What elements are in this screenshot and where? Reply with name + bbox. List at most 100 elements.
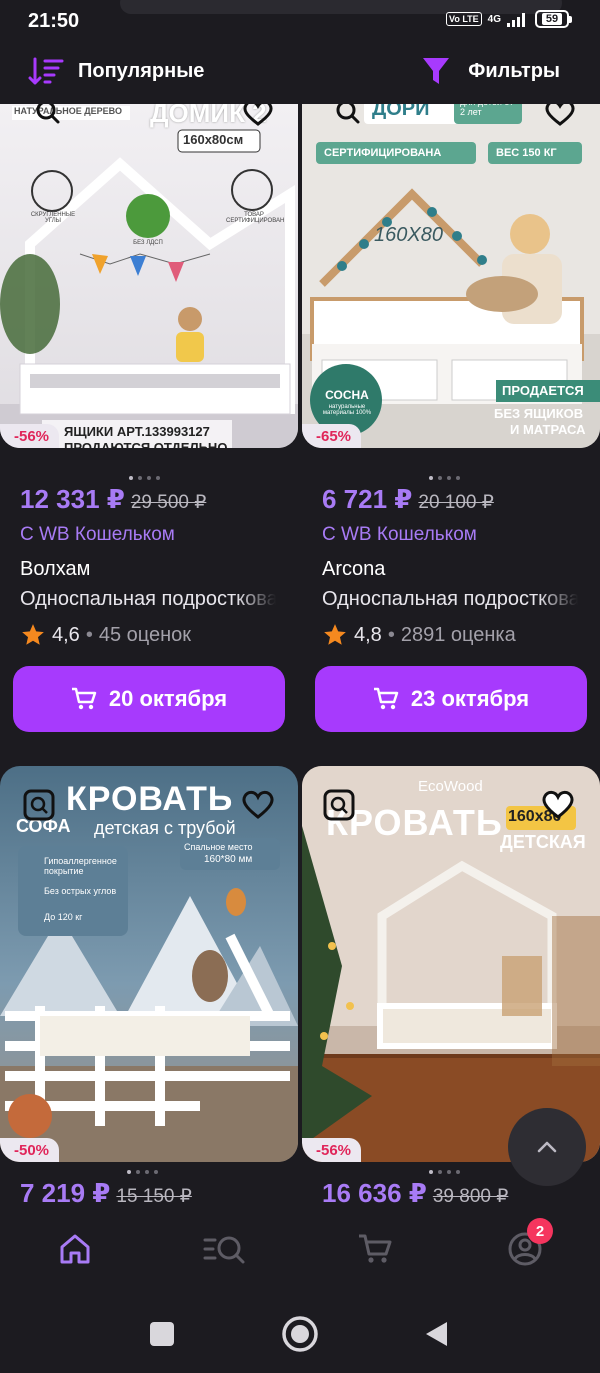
image-text: детская с трубой <box>94 818 236 838</box>
similar-search-icon[interactable] <box>322 788 356 822</box>
brand-name: Волхам <box>20 558 91 580</box>
filter-label: Фильтры <box>468 59 560 82</box>
battery-icon: 59 <box>535 10 572 28</box>
price-row: 6 721 ₽ 20 100 ₽ <box>322 484 494 515</box>
image-text: для детей от 2 лет <box>460 104 513 117</box>
rating-value: 4,6 <box>52 623 80 646</box>
add-to-cart-button[interactable]: 23 октября <box>315 666 587 732</box>
filter-button[interactable]: Фильтры <box>422 56 560 86</box>
image-text: СОСНА <box>325 388 369 402</box>
status-icons: Vo LTE 4G 59 <box>445 10 572 28</box>
nav-catalog[interactable] <box>195 1224 255 1274</box>
sort-icon <box>28 57 64 85</box>
image-pagination <box>429 1170 460 1174</box>
rating-row: 4,8 • 2891 оценка <box>322 622 516 648</box>
discount-badge: -50% <box>0 1138 60 1162</box>
product-card[interactable]: ДОРИ для детей от 2 лет СЕРТИФИЦИРОВАНА … <box>302 104 600 744</box>
favorite-heart-icon[interactable] <box>542 104 578 126</box>
wallet-price-label: С WB Кошельком <box>322 524 477 545</box>
image-text: ПРОДАЮТСЯ ОТДЕЛЬНО <box>64 440 228 448</box>
old-price: 20 100 ₽ <box>418 492 494 513</box>
image-text: БЕЗ ЯЩИКОВ <box>494 406 584 421</box>
brand-name: Arcona <box>322 558 386 580</box>
image-text: ДЕТСКАЯ <box>500 832 586 852</box>
add-to-cart-button[interactable]: 20 октября <box>13 666 285 732</box>
product-image[interactable]: НАТУРАЛЬНОЕ ДЕРЕВО ДОМИК 2 160x80см СКРУ… <box>0 104 298 448</box>
image-text: СКРУГЛЕННЫЕ УГЛЫ <box>30 212 76 224</box>
rating-value: 4,8 <box>354 623 382 646</box>
price: 7 219 ₽ <box>20 1178 111 1204</box>
similar-search-icon[interactable] <box>22 788 56 822</box>
bottom-navigation: 2 <box>0 1204 600 1294</box>
image-text: ВЕС 150 КГ <box>496 147 557 159</box>
delivery-date: 23 октября <box>410 686 530 711</box>
image-pagination <box>127 1170 158 1174</box>
favorite-heart-icon[interactable] <box>240 790 276 820</box>
cart-icon <box>71 687 97 710</box>
image-text: 160*80 мм <box>204 854 253 865</box>
wallet-price-label: С WB Кошельком <box>20 524 175 545</box>
sort-label: Популярные <box>78 59 205 82</box>
favorite-heart-icon[interactable] <box>240 104 276 126</box>
product-image[interactable]: КРОВАТЬ СОФА детская с трубой Гипоаллерг… <box>0 766 298 1162</box>
product-image[interactable]: ДОРИ для детей от 2 лет СЕРТИФИЦИРОВАНА … <box>302 104 600 448</box>
product-image[interactable]: EcoWood КРОВАТЬ 160х80 ДЕТСКАЯ -56% <box>302 766 600 1162</box>
back-triangle-icon <box>426 1322 447 1346</box>
image-text: EcoWood <box>418 778 483 795</box>
image-text: До 120 кг <box>44 912 83 922</box>
similar-search-icon[interactable] <box>330 104 362 126</box>
old-price: 29 500 ₽ <box>130 492 207 513</box>
price-row: 16 636 ₽ 39 800 ₽ <box>322 1178 508 1204</box>
image-text: ПРОДАЕТСЯ <box>502 383 584 398</box>
notification-badge: 2 <box>527 1218 553 1244</box>
nav-home[interactable] <box>45 1224 105 1274</box>
filter-icon <box>423 58 450 84</box>
home-circle-icon <box>282 1316 318 1352</box>
cart-icon <box>373 687 399 710</box>
chevron-up-icon <box>537 1141 557 1153</box>
product-card[interactable]: КРОВАТЬ СОФА детская с трубой Гипоаллерг… <box>0 766 298 1204</box>
price: 12 331 ₽ <box>20 484 125 514</box>
image-text: И МАТРАСА <box>510 422 586 437</box>
network-type: 4G <box>487 13 501 25</box>
image-text: 160Х80 <box>374 224 443 246</box>
image-text: ЯЩИКИ АРТ.133993127 <box>64 424 210 439</box>
sort-button[interactable]: Популярные <box>28 56 204 86</box>
discount-badge: -56% <box>302 1138 362 1162</box>
old-price: 15 150 ₽ <box>116 1186 192 1204</box>
discount-badge: -56% <box>0 424 60 448</box>
old-price: 39 800 ₽ <box>432 1186 509 1204</box>
home-button[interactable] <box>280 1314 320 1354</box>
image-pagination <box>429 476 460 480</box>
system-navigation <box>0 1294 600 1373</box>
recent-apps-icon <box>150 1322 174 1346</box>
similar-search-icon[interactable] <box>30 104 62 126</box>
nav-cart[interactable] <box>345 1224 405 1274</box>
image-text: СЕРТИФИЦИРОВАНА <box>324 147 442 159</box>
price: 6 721 ₽ <box>322 484 413 514</box>
nav-profile[interactable]: 2 <box>495 1218 555 1274</box>
reviews-count: 2891 оценка <box>400 623 516 646</box>
star-icon <box>324 624 346 645</box>
signal-icon <box>507 13 525 27</box>
image-text: натуральные материалы 100% <box>322 404 372 416</box>
status-time: 21:50 <box>28 10 80 32</box>
catalog-toolbar: Популярные Фильтры <box>0 44 600 104</box>
product-photo <box>0 104 298 448</box>
scroll-to-top-button[interactable] <box>508 1108 586 1186</box>
favorite-heart-icon[interactable] <box>540 790 576 820</box>
delivery-date: 20 октября <box>108 686 228 711</box>
recent-apps-button[interactable] <box>142 1314 182 1354</box>
battery-level: 59 <box>541 13 563 25</box>
price-row: 12 331 ₽ 29 500 ₽ <box>20 484 206 515</box>
image-text: БЕЗ ЛДСП <box>133 240 163 246</box>
back-button[interactable] <box>416 1314 456 1354</box>
volte-icon: Vo LTE <box>445 12 482 26</box>
product-card[interactable]: НАТУРАЛЬНОЕ ДЕРЕВО ДОМИК 2 160x80см СКРУ… <box>0 104 298 744</box>
star-icon <box>22 624 44 645</box>
image-text: Без острых углов <box>44 886 117 896</box>
status-bar: 21:50 Vo LTE 4G 59 <box>0 0 600 44</box>
product-title: Односпальная подростковая кровать <box>322 588 578 611</box>
price: 16 636 ₽ <box>322 1178 427 1204</box>
discount-badge: -65% <box>302 424 362 448</box>
